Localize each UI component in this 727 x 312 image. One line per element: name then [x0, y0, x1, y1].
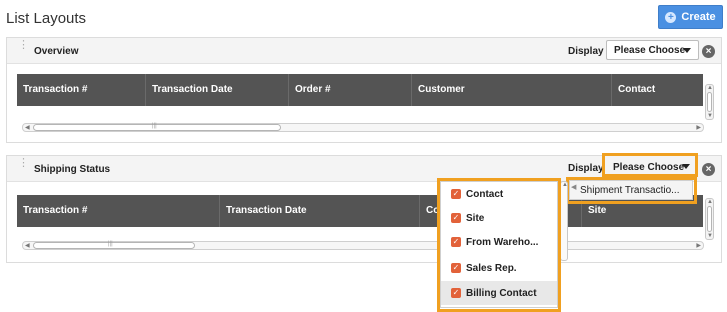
- overview-horizontal-scrollbar[interactable]: ◀ ||| ▶: [22, 123, 704, 132]
- column-chooser-scrollbar[interactable]: ▲: [560, 181, 568, 261]
- overview-panel-title: Overview: [34, 46, 79, 57]
- column-header[interactable]: Customer: [411, 74, 611, 106]
- column-header[interactable]: Transaction #: [17, 74, 145, 106]
- overview-panel: ⋮ Overview Display Please Choose × Trans…: [6, 37, 722, 143]
- shipping-horizontal-scrollbar[interactable]: ◀ ||| ▶: [22, 241, 704, 250]
- overview-display-select[interactable]: Please Choose: [606, 40, 699, 60]
- shipping-display-label: Display: [568, 163, 604, 174]
- display-select-highlight: [602, 153, 698, 177]
- overview-panel-header: ⋮ Overview Display Please Choose ×: [7, 38, 721, 64]
- column-header[interactable]: Contact: [611, 74, 703, 106]
- shipping-vertical-scrollbar[interactable]: ▲ ▼: [705, 198, 714, 240]
- column-header[interactable]: Transaction #: [17, 195, 219, 227]
- overview-grid-header: Transaction # Transaction Date Order # C…: [17, 74, 703, 106]
- close-icon[interactable]: ×: [702, 45, 715, 58]
- column-header[interactable]: Transaction Date: [145, 74, 288, 106]
- close-icon[interactable]: ×: [702, 163, 715, 176]
- chevron-down-icon: [683, 48, 691, 53]
- overview-vertical-scrollbar[interactable]: ▲ ▼: [705, 84, 714, 120]
- column-header[interactable]: Transaction Date: [219, 195, 419, 227]
- column-header[interactable]: Order #: [288, 74, 411, 106]
- display-options-highlight: [566, 177, 697, 204]
- shipping-status-panel-title: Shipping Status: [34, 164, 111, 175]
- create-button-label: Create: [681, 11, 716, 23]
- page-title: List Layouts: [6, 10, 87, 27]
- drag-handle-icon[interactable]: ⋮: [18, 40, 29, 51]
- overview-display-label: Display: [568, 46, 604, 57]
- drag-handle-icon[interactable]: ⋮: [18, 158, 29, 169]
- column-chooser-highlight: [437, 178, 561, 312]
- create-button[interactable]: + Create: [658, 5, 723, 29]
- overview-display-value: Please Choose: [614, 44, 686, 56]
- plus-icon: +: [665, 11, 677, 23]
